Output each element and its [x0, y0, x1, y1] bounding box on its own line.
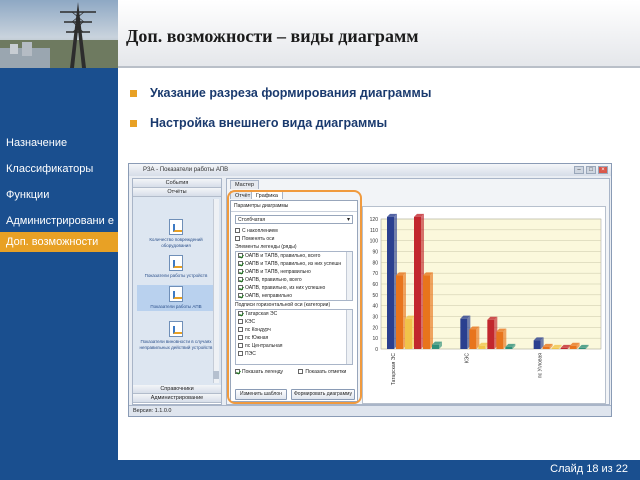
- footer-bar: Слайд 18 из 22: [118, 460, 640, 480]
- report-label: Показатели работы АПВ: [150, 304, 202, 309]
- bar: [414, 213, 424, 349]
- nav-administration[interactable]: Администрирование: [133, 394, 221, 403]
- bar-chart: 0 10 20 30 40 50 60 70 80 90 100 110 120 Татарская Э…: [370, 213, 602, 386]
- y-tick-label: 80: [372, 260, 378, 266]
- report-icon: [169, 286, 183, 302]
- nav-item-extra-features[interactable]: Доп. возможности: [0, 232, 118, 252]
- category-label: КЭС: [464, 353, 470, 364]
- report-icon: [169, 255, 183, 271]
- nav-item-classifiers[interactable]: Классификаторы: [0, 158, 118, 184]
- nav-item-functions[interactable]: Функции: [0, 184, 118, 210]
- chart-area: 0 10 20 30 40 50 60 70 80 90 100 110 120 Татарская Э…: [362, 206, 606, 404]
- y-tick-label: 120: [370, 217, 379, 223]
- report-item[interactable]: Показатели работы устройств: [137, 255, 215, 279]
- bar: [496, 328, 507, 349]
- bar: [423, 272, 433, 349]
- nav-events[interactable]: События: [133, 179, 221, 188]
- y-tick-label: 110: [370, 228, 378, 234]
- app-nav-panel: События Отчёты Количество повреждений об…: [132, 178, 222, 405]
- bar: [387, 213, 397, 349]
- report-item[interactable]: Показатели виновности в случаях неправил…: [137, 321, 215, 350]
- y-tick-label: 70: [372, 271, 378, 277]
- report-label: Показатели виновности в случаях неправил…: [139, 339, 213, 350]
- nav-item-purpose[interactable]: Назначение: [0, 132, 118, 158]
- bar: [469, 326, 480, 349]
- bullet-text: Указание разреза формирования диаграммы: [150, 86, 432, 100]
- app-titlebar: РЗА - Показатели работы АПВ – □ ×: [129, 164, 611, 176]
- report-icon: [169, 219, 183, 235]
- bar: [487, 316, 498, 349]
- sidebar: Назначение Классификаторы Функции Админи…: [0, 0, 118, 480]
- y-tick-label: 0: [375, 347, 378, 353]
- report-label: Количество повреждений оборудования: [149, 237, 203, 248]
- minimize-icon[interactable]: –: [574, 166, 584, 174]
- nav-directories[interactable]: Справочники: [133, 385, 221, 394]
- y-tick-label: 10: [372, 336, 378, 342]
- report-item[interactable]: Количество повреждений оборудования: [137, 219, 215, 248]
- reports-list: Количество повреждений оборудования Пока…: [133, 197, 221, 385]
- params-highlight-frame: [227, 190, 362, 404]
- nav-reports[interactable]: Отчёты: [133, 188, 221, 197]
- y-tick-label: 60: [372, 282, 378, 288]
- app-status-bar: Версия: 1.1.0.0: [129, 405, 611, 416]
- category-label: Татарская ЭС: [391, 353, 397, 386]
- tab-master[interactable]: Мастер: [230, 180, 260, 189]
- page-title: Доп. возможности – виды диаграмм: [126, 26, 419, 46]
- report-icon: [169, 321, 183, 337]
- slide-counter: Слайд 18 из 22: [550, 463, 628, 475]
- bullet-text: Настройка внешнего вида диаграммы: [150, 116, 388, 130]
- bar: [405, 315, 415, 349]
- bullet-item: Указание разреза формирования диаграммы: [130, 86, 431, 100]
- y-tick-label: 100: [370, 239, 379, 245]
- y-tick-label: 20: [372, 325, 378, 331]
- bar: [396, 272, 406, 349]
- y-tick-label: 40: [372, 304, 378, 310]
- bar: [460, 315, 471, 349]
- y-tick-label: 30: [372, 315, 378, 321]
- reports-scrollbar[interactable]: [213, 199, 219, 383]
- report-label: Показатели работы устройств: [144, 273, 208, 278]
- app-window-title: РЗА - Показатели работы АПВ: [143, 167, 229, 173]
- maximize-icon[interactable]: □: [586, 166, 596, 174]
- nav-item-administration[interactable]: Администрировани е: [0, 210, 118, 230]
- close-icon[interactable]: ×: [598, 166, 608, 174]
- bar: [533, 337, 544, 349]
- category-label: пс Угловая: [538, 353, 544, 378]
- title-bar: Доп. возможности – виды диаграмм: [118, 0, 640, 68]
- y-tick-label: 90: [372, 250, 378, 256]
- bullet-item: Настройка внешнего вида диаграммы: [130, 116, 387, 130]
- report-item-selected[interactable]: Показатели работы АПВ: [137, 285, 215, 311]
- power-tower-photo: [0, 0, 118, 68]
- bullet-square-icon: [130, 89, 137, 97]
- y-tick-label: 50: [372, 293, 378, 299]
- bullet-square-icon: [130, 119, 137, 127]
